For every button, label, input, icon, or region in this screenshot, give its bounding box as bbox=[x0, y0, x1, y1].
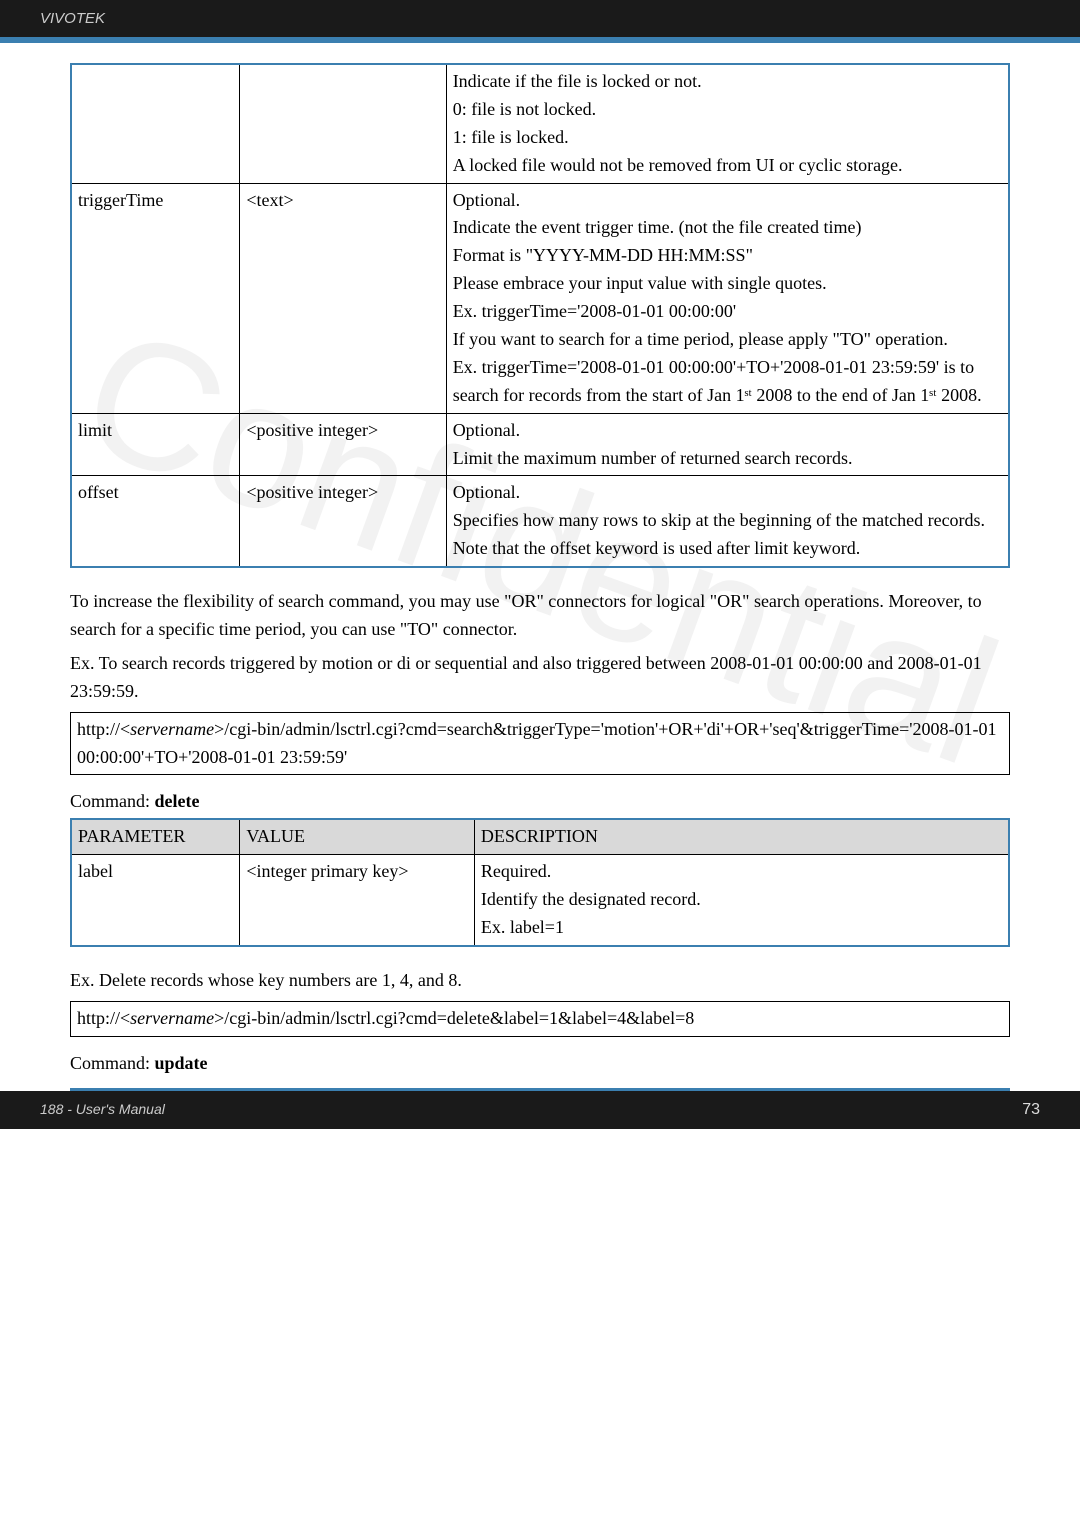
desc-cell: Optional. Indicate the event trigger tim… bbox=[446, 183, 1009, 413]
param-cell: label bbox=[71, 855, 240, 946]
param-cell: offset bbox=[71, 476, 240, 567]
param-cell: limit bbox=[71, 413, 240, 476]
value-cell: <integer primary key> bbox=[240, 855, 475, 946]
url-example-box: http://<servername>/cgi-bin/admin/lsctrl… bbox=[70, 712, 1010, 776]
url-text: >/cgi-bin/admin/lsctrl.cgi?cmd=search&tr… bbox=[77, 719, 997, 767]
search-params-table: Indicate if the file is locked or not. 0… bbox=[70, 63, 1010, 568]
value-cell bbox=[240, 64, 446, 183]
page-header: VIVOTEK bbox=[0, 0, 1080, 37]
param-cell bbox=[71, 64, 240, 183]
command-label: Command: update bbox=[70, 1053, 1010, 1074]
value-cell: <positive integer> bbox=[240, 476, 446, 567]
cmd-name: delete bbox=[155, 791, 200, 811]
desc-text: Required. Identify the designated record… bbox=[481, 861, 701, 937]
paragraph: Ex. To search records triggered by motio… bbox=[70, 650, 1010, 706]
desc-text: Optional. Indicate the event trigger tim… bbox=[453, 190, 982, 405]
table-row: label <integer primary key> Required. Id… bbox=[71, 855, 1009, 946]
url-text: >/cgi-bin/admin/lsctrl.cgi?cmd=delete&la… bbox=[214, 1008, 694, 1028]
paragraph: To increase the flexibility of search co… bbox=[70, 588, 1010, 644]
table-row: triggerTime <text> Optional. Indicate th… bbox=[71, 183, 1009, 413]
cmd-prefix: Command: bbox=[70, 1053, 155, 1073]
desc-cell: Optional. Specifies how many rows to ski… bbox=[446, 476, 1009, 567]
header-cell: DESCRIPTION bbox=[474, 819, 1009, 854]
table-row: offset <positive integer> Optional. Spec… bbox=[71, 476, 1009, 567]
desc-cell: Optional. Limit the maximum number of re… bbox=[446, 413, 1009, 476]
paragraph: Ex. Delete records whose key numbers are… bbox=[70, 967, 1010, 995]
table-row: Indicate if the file is locked or not. 0… bbox=[71, 64, 1009, 183]
url-server: servername bbox=[130, 719, 214, 739]
page-footer: 188 - User's Manual 73 bbox=[0, 1091, 1080, 1129]
url-text: http://< bbox=[77, 1008, 130, 1028]
command-label: Command: delete bbox=[70, 791, 1010, 812]
page-number: 73 bbox=[1022, 1101, 1040, 1119]
value-cell: <text> bbox=[240, 183, 446, 413]
desc-text: Indicate if the file is locked or not. 0… bbox=[453, 71, 903, 175]
table-row: limit <positive integer> Optional. Limit… bbox=[71, 413, 1009, 476]
cmd-name: update bbox=[155, 1053, 208, 1073]
url-server: servername bbox=[130, 1008, 214, 1028]
header-cell: PARAMETER bbox=[71, 819, 240, 854]
cmd-prefix: Command: bbox=[70, 791, 155, 811]
desc-text: Optional. Specifies how many rows to ski… bbox=[453, 482, 985, 558]
header-cell: VALUE bbox=[240, 819, 475, 854]
footer-left: 188 - User's Manual bbox=[40, 1101, 165, 1119]
url-example-box: http://<servername>/cgi-bin/admin/lsctrl… bbox=[70, 1001, 1010, 1037]
desc-cell: Required. Identify the designated record… bbox=[474, 855, 1009, 946]
delete-params-table: PARAMETER VALUE DESCRIPTION label <integ… bbox=[70, 818, 1010, 947]
desc-text: Optional. Limit the maximum number of re… bbox=[453, 420, 853, 468]
param-cell: triggerTime bbox=[71, 183, 240, 413]
value-cell: <positive integer> bbox=[240, 413, 446, 476]
desc-cell: Indicate if the file is locked or not. 0… bbox=[446, 64, 1009, 183]
url-text: http://< bbox=[77, 719, 130, 739]
brand-label: VIVOTEK bbox=[40, 10, 105, 27]
table-header-row: PARAMETER VALUE DESCRIPTION bbox=[71, 819, 1009, 854]
